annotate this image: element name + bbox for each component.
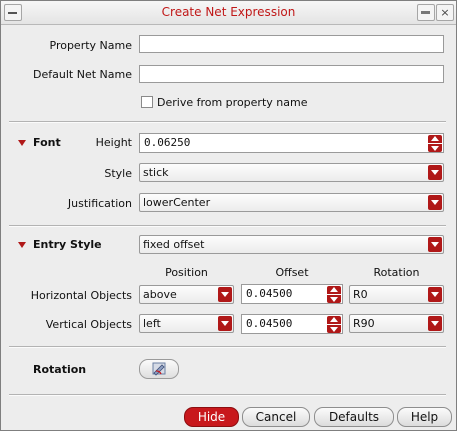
spin-up-icon[interactable]	[327, 286, 341, 294]
title-bar: Create Net Expression ×	[1, 1, 456, 25]
dropdown-arrow-icon	[428, 316, 442, 331]
horizontal-offset-value: 0.04500	[246, 287, 293, 300]
style-label: Style	[104, 167, 132, 180]
dropdown-arrow-icon	[428, 237, 442, 252]
vertical-rotation-value: R90	[353, 317, 375, 330]
window-title: Create Net Expression	[161, 5, 296, 19]
column-header-offset: Offset	[275, 266, 309, 279]
defaults-button[interactable]: Defaults	[314, 407, 394, 427]
rotate-icon	[152, 362, 166, 376]
vertical-objects-label: Vertical Objects	[45, 318, 132, 331]
rotation-label: Rotation	[33, 363, 87, 376]
vertical-offset-input[interactable]: 0.04500	[241, 314, 343, 334]
minimize-button[interactable]	[417, 4, 435, 21]
vertical-position-select[interactable]: left	[139, 314, 234, 333]
entry-style-collapse-icon[interactable]	[18, 242, 26, 248]
spin-up-icon[interactable]	[327, 316, 341, 324]
separator	[9, 121, 446, 123]
spin-down-icon[interactable]	[327, 325, 341, 333]
vertical-position-value: left	[143, 317, 161, 330]
spin-down-icon[interactable]	[428, 144, 442, 152]
dropdown-arrow-icon	[218, 287, 232, 302]
horizontal-rotation-value: R0	[353, 288, 368, 301]
separator	[9, 394, 446, 396]
horizontal-rotation-select[interactable]: R0	[349, 285, 444, 304]
justification-label: Justification	[67, 197, 132, 210]
vertical-offset-spinner[interactable]	[327, 316, 341, 333]
property-name-label: Property Name	[49, 39, 133, 52]
derive-checkbox[interactable]	[141, 96, 153, 108]
font-section-label: Font	[33, 136, 61, 149]
height-label: Height	[95, 136, 132, 149]
entry-style-label: Entry Style	[33, 238, 102, 251]
justification-value: lowerCenter	[143, 196, 211, 209]
separator	[9, 225, 446, 227]
hide-button[interactable]: Hide	[184, 407, 239, 427]
default-net-name-label: Default Net Name	[33, 68, 132, 81]
vertical-offset-value: 0.04500	[246, 317, 293, 330]
horizontal-offset-spinner[interactable]	[327, 286, 341, 303]
height-input[interactable]: 0.06250	[139, 133, 444, 153]
horizontal-position-select[interactable]: above	[139, 285, 234, 304]
minimize-icon	[421, 11, 430, 14]
dialog-window: Create Net Expression × Property Name De…	[0, 0, 457, 431]
separator	[9, 346, 446, 348]
height-spinner[interactable]	[428, 135, 442, 152]
cancel-button[interactable]: Cancel	[242, 407, 310, 427]
spin-up-icon[interactable]	[428, 135, 442, 143]
dropdown-arrow-icon	[428, 165, 442, 180]
horizontal-offset-input[interactable]: 0.04500	[241, 284, 343, 304]
horizontal-position-value: above	[143, 288, 177, 301]
style-value: stick	[143, 166, 169, 179]
entry-style-select[interactable]: fixed offset	[139, 235, 444, 254]
dropdown-arrow-icon	[428, 287, 442, 302]
column-header-rotation: Rotation	[373, 266, 420, 279]
dropdown-arrow-icon	[428, 195, 442, 210]
justification-select[interactable]: lowerCenter	[139, 193, 444, 212]
spin-down-icon[interactable]	[327, 295, 341, 303]
style-select[interactable]: stick	[139, 163, 444, 182]
property-name-input[interactable]	[139, 35, 444, 53]
close-icon: ×	[440, 6, 450, 19]
column-header-position: Position	[165, 266, 208, 279]
font-collapse-icon[interactable]	[18, 140, 26, 146]
default-net-name-input[interactable]	[139, 65, 444, 83]
vertical-rotation-select[interactable]: R90	[349, 314, 444, 333]
horizontal-objects-label: Horizontal Objects	[30, 289, 132, 302]
help-button[interactable]: Help	[397, 407, 452, 427]
rotate-button[interactable]	[139, 359, 179, 379]
height-value: 0.06250	[144, 136, 191, 149]
close-button[interactable]: ×	[436, 4, 454, 21]
dropdown-arrow-icon	[218, 316, 232, 331]
derive-label: Derive from property name	[157, 96, 308, 109]
entry-style-value: fixed offset	[143, 238, 205, 251]
